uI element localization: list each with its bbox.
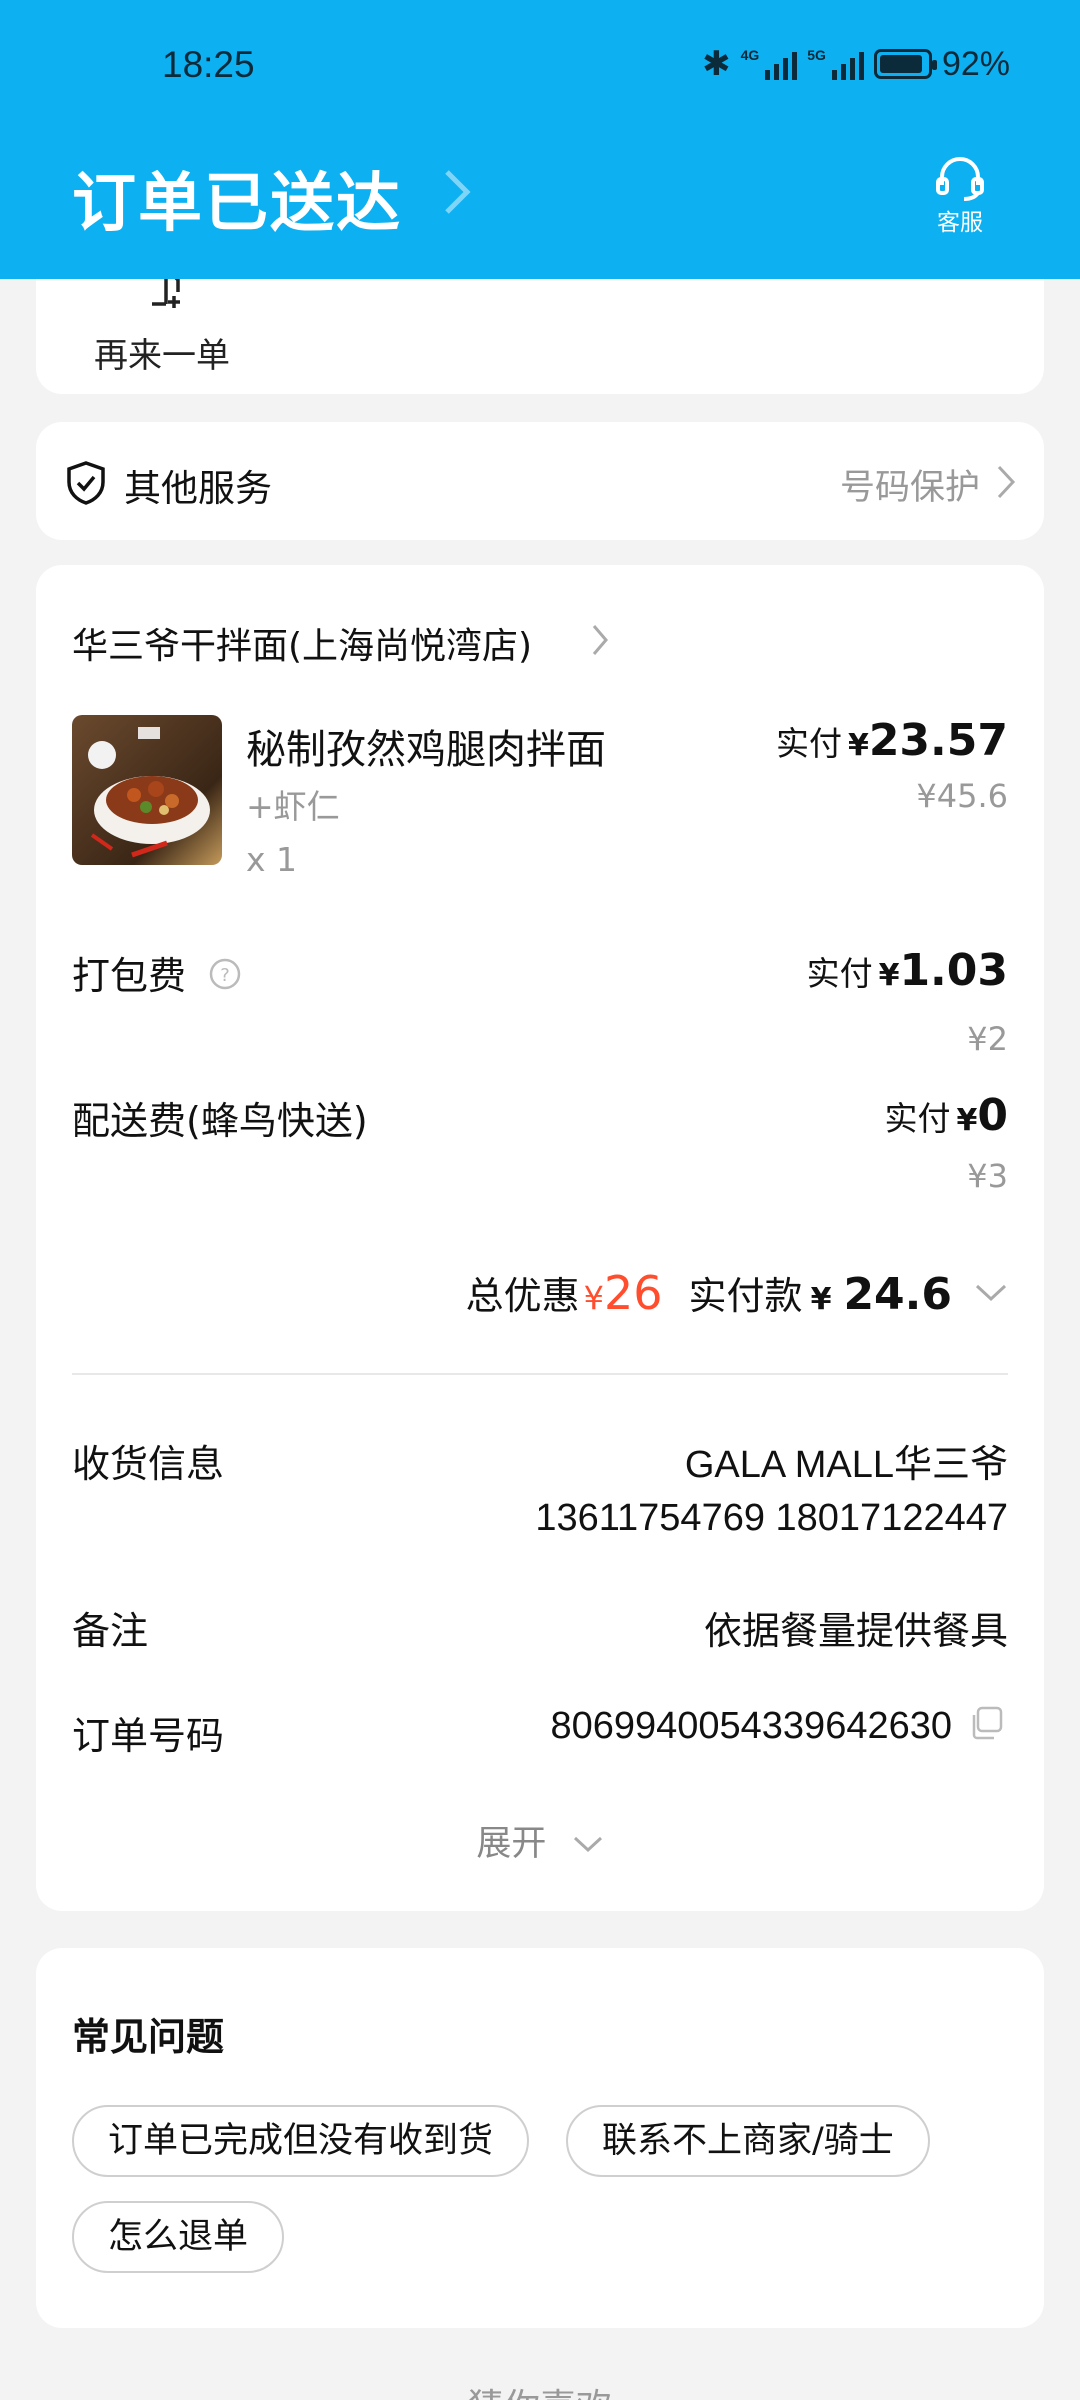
- headset-icon: [936, 157, 984, 201]
- divider: [72, 1373, 1008, 1375]
- bluetooth-icon: ✱: [702, 45, 731, 83]
- chevron-down-icon: [573, 1836, 602, 1853]
- packing-fee-original: ¥2: [967, 1020, 1008, 1058]
- battery-icon: [873, 49, 937, 79]
- number-protection-link[interactable]: 号码保护: [840, 459, 980, 510]
- other-services-label: 其他服务: [124, 467, 272, 510]
- faq-chip[interactable]: 订单已完成但没有收到货: [72, 2105, 530, 2177]
- svg-text:?: ?: [220, 965, 230, 986]
- delivery-fee-original: ¥3: [967, 1157, 1008, 1195]
- faq-chip[interactable]: 怎么退单: [72, 2201, 285, 2273]
- item-paid: 实付 ¥23.57: [775, 715, 1008, 766]
- delivery-fee-label: 配送费(蜂鸟快送): [72, 1099, 368, 1143]
- delivery-fee-paid: 实付 ¥0: [884, 1090, 1009, 1141]
- discount-label: 总优惠: [465, 1274, 580, 1318]
- order-total[interactable]: 总优惠 ¥ 26 实付款 ¥ 24.6: [466, 1265, 1008, 1320]
- chevron-right-icon[interactable]: [591, 623, 609, 657]
- order-number-label: 订单号码: [72, 1714, 225, 1758]
- chevron-right-icon: [997, 465, 1016, 499]
- shield-check-icon: [67, 461, 105, 505]
- note-label: 备注: [72, 1609, 149, 1653]
- packing-fee-paid: 实付 ¥1.03: [806, 945, 1008, 996]
- item-name: 秘制孜然鸡腿肉拌面: [246, 727, 606, 773]
- status-bar: 18:25 ✱ 4G 5G 92%: [0, 0, 1080, 140]
- faq-card: 常见问题 订单已完成但没有收到货 联系不上商家/骑士 怎么退单: [36, 1948, 1044, 2328]
- reorder-button[interactable]: 再来一单: [94, 328, 230, 377]
- noodle-bowl-image: [88, 727, 210, 858]
- status-icons: ✱ 4G 5G 92%: [702, 44, 1010, 84]
- faq-title: 常见问题: [72, 2015, 225, 2059]
- note-value: 依据餐量提供餐具: [703, 1611, 1008, 1653]
- receiver-name: GALA MALL华三爷: [684, 1444, 1008, 1486]
- food-thumbnail[interactable]: [72, 715, 222, 865]
- customer-service-label: 客服: [937, 210, 983, 236]
- item-quantity: x 1: [246, 840, 298, 879]
- order-details-card: 华三爷干拌面(上海尚悦湾店) 秘制孜然鸡腿肉拌面 +虾仁 x 1 实付 ¥23.5…: [36, 565, 1044, 1911]
- chevron-down-icon: [975, 1284, 1007, 1301]
- faq-chip[interactable]: 联系不上商家/骑士: [566, 2105, 930, 2177]
- order-number: 8069940054339642630: [550, 1705, 952, 1747]
- shop-name-link[interactable]: 华三爷干拌面(上海尚悦湾店): [72, 617, 532, 669]
- total-paid-label: 实付款: [688, 1274, 803, 1318]
- chevron-right-icon[interactable]: [437, 167, 477, 217]
- copy-icon[interactable]: [968, 1705, 1004, 1741]
- signal-4g-icon: 4G: [741, 48, 798, 80]
- page-title[interactable]: 订单已送达: [72, 152, 402, 244]
- recommendations-heading: 猜你喜欢: [0, 2378, 1080, 2400]
- receiver-label: 收货信息: [72, 1442, 225, 1486]
- other-services-card[interactable]: 其他服务 号码保护: [36, 422, 1044, 540]
- status-time: 18:25: [162, 44, 255, 85]
- help-icon[interactable]: ?: [208, 957, 242, 991]
- packing-fee-label: 打包费: [72, 954, 187, 998]
- discount-amount: 26: [604, 1266, 663, 1320]
- header-bar: 18:25 ✱ 4G 5G 92% 订单已送达 客服: [0, 0, 1080, 279]
- signal-5g-icon: 5G: [807, 48, 864, 80]
- battery-percent: 92%: [941, 44, 1010, 83]
- customer-service-button[interactable]: 客服: [930, 155, 990, 237]
- expand-button[interactable]: 展开: [36, 1815, 1044, 1866]
- item-original-price: ¥45.6: [916, 777, 1008, 815]
- total-paid-amount: 24.6: [843, 1269, 952, 1320]
- receiver-phones: 13611754769 18017122447: [535, 1497, 1008, 1539]
- item-option: +虾仁: [246, 787, 340, 826]
